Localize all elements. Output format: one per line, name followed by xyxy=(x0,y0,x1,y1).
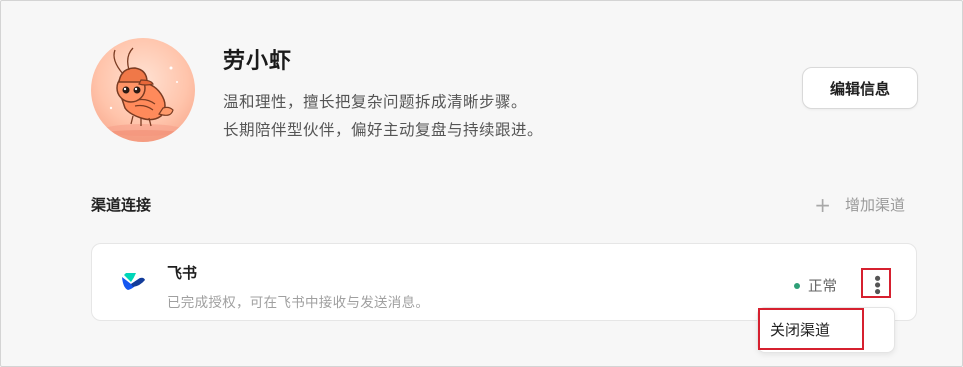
profile-bio-line-1: 温和理性，擅长把复杂问题拆成清晰步骤。 xyxy=(223,93,528,111)
add-channel-label: 增加渠道 xyxy=(844,196,905,214)
more-vertical-icon: ••• xyxy=(866,273,887,293)
plus-icon: + xyxy=(814,192,831,217)
channel-description: 已完成授权，可在飞书中接收与发送消息。 xyxy=(167,295,430,311)
section-title-channels: 渠道连接 xyxy=(91,196,152,214)
status-dot-icon xyxy=(794,282,800,289)
channel-name: 飞书 xyxy=(167,264,198,282)
settings-panel: 劳小虾 温和理性，擅长把复杂问题拆成清晰步骤。 长期陪伴型伙伴，偏好主动复盘与持… xyxy=(0,0,963,367)
channel-status-label: 正常 xyxy=(808,279,837,295)
profile-bio-line-2: 长期陪伴型伙伴，偏好主动复盘与持续跟进。 xyxy=(223,121,544,139)
profile-name: 劳小虾 xyxy=(223,49,293,74)
channel-dropdown-menu: 关闭渠道 xyxy=(757,307,895,353)
avatar xyxy=(91,38,195,142)
channel-status: 正常 xyxy=(794,275,837,296)
add-channel-button[interactable]: + 增加渠道 xyxy=(814,194,905,215)
edit-info-button[interactable]: 编辑信息 xyxy=(802,67,918,109)
feishu-logo-icon xyxy=(122,273,145,290)
shrimp-avatar-icon xyxy=(93,47,193,142)
more-options-button[interactable]: ••• xyxy=(861,268,891,298)
menu-item-close-channel[interactable]: 关闭渠道 xyxy=(758,308,864,350)
